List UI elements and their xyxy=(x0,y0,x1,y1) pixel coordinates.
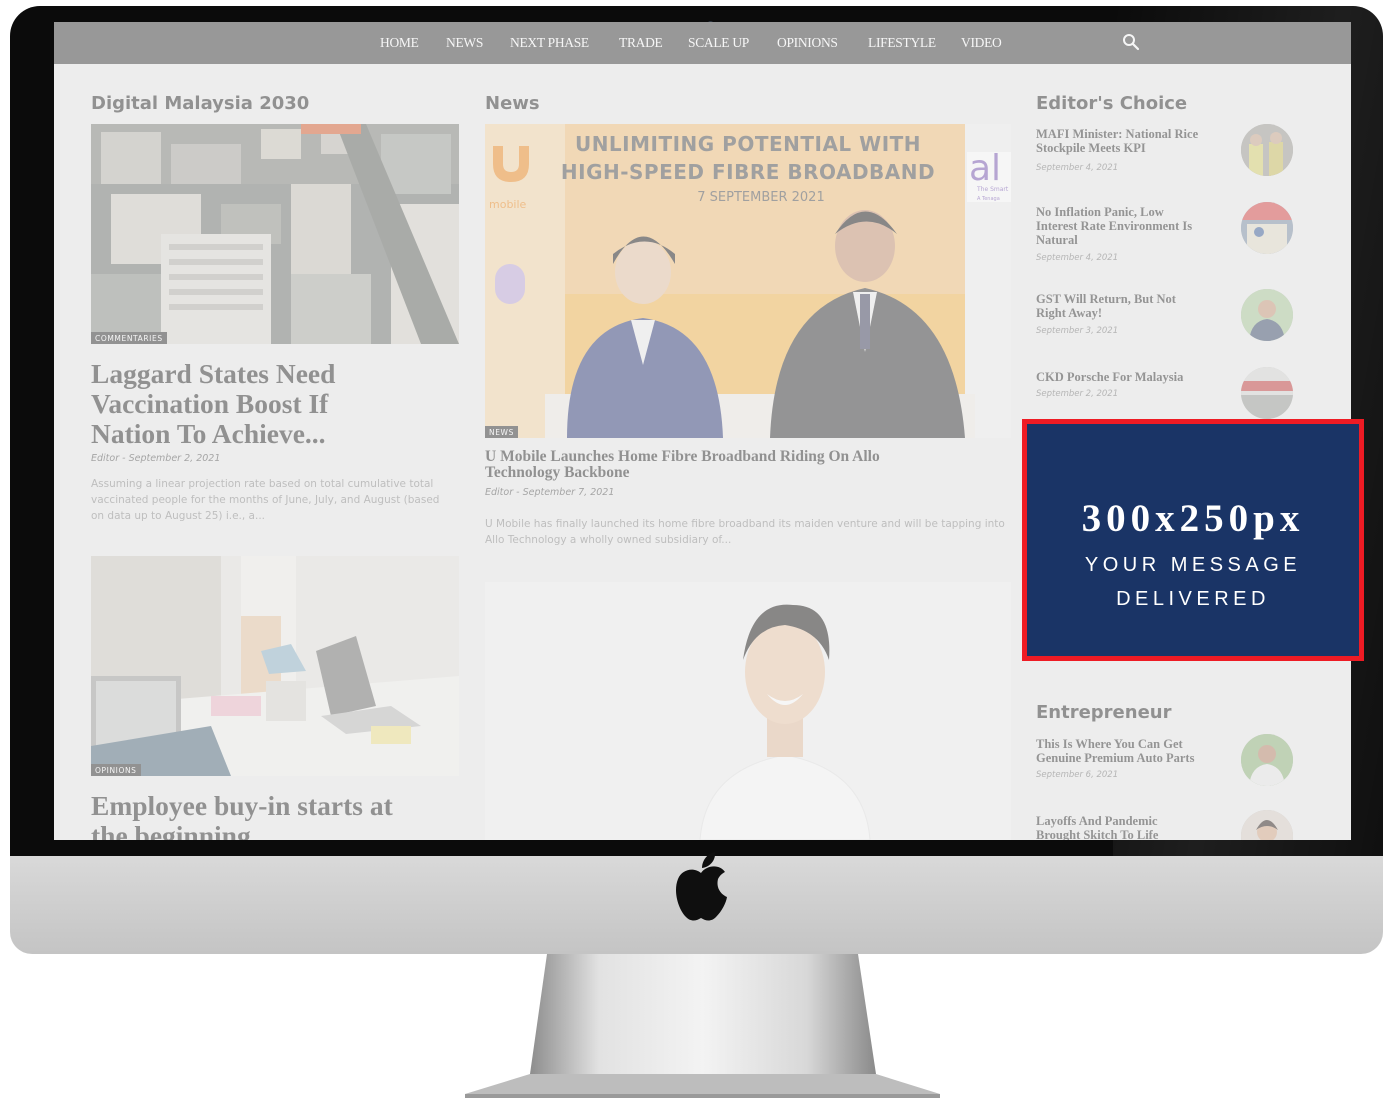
article-headline[interactable]: U Mobile Launches Home Fibre Broadband R… xyxy=(485,449,1005,481)
section-title-news: News xyxy=(485,93,540,114)
editors-choice-date: September 3, 2021 xyxy=(1036,326,1119,336)
nav-video[interactable]: VIDEO xyxy=(961,35,1002,51)
allo-tagline: The Smart xyxy=(977,186,1009,193)
allo-parent: A Tenaga xyxy=(977,196,1000,202)
section-title-digital-malaysia: Digital Malaysia 2030 xyxy=(91,93,310,114)
title-line: Genuine Premium Auto Parts xyxy=(1036,751,1195,765)
entrepreneur-item-date: September 6, 2021 xyxy=(1036,770,1119,780)
category-tag[interactable]: COMMENTARIES xyxy=(91,332,167,344)
headline-line: Technology Backbone xyxy=(485,464,630,481)
nav-opinions[interactable]: OPINIONS xyxy=(777,35,838,51)
excerpt-line: on data up to August 25) i.e., a... xyxy=(91,510,265,522)
ad-placeholder-300x250[interactable]: 300x250px YOUR MESSAGE DELIVERED xyxy=(1022,419,1364,661)
editors-choice-thumbnail[interactable] xyxy=(1241,367,1293,419)
editors-choice-thumbnail[interactable] xyxy=(1241,289,1293,341)
excerpt-line: Assuming a linear projection rate based … xyxy=(91,478,434,490)
category-tag[interactable]: OPINIONS xyxy=(91,764,141,776)
umobile-logo-text: mobile xyxy=(489,198,527,211)
editors-choice-title[interactable]: GST Will Return, But Not Right Away! xyxy=(1036,292,1236,320)
title-line: No Inflation Panic, Low xyxy=(1036,205,1164,219)
article-image-city-aerial[interactable]: COMMENTARIES xyxy=(91,124,459,344)
article-headline[interactable]: Laggard States Need Vaccination Boost If… xyxy=(91,359,459,449)
editors-choice-thumbnail[interactable] xyxy=(1241,124,1293,176)
headline-line: Vaccination Boost If xyxy=(91,388,329,419)
headline-line: Employee buy-in starts at xyxy=(91,790,393,821)
title-line: MAFI Minister: National Rice xyxy=(1036,127,1199,141)
article-meta: Editor - September 7, 2021 xyxy=(485,487,615,498)
section-title-entrepreneur: Entrepreneur xyxy=(1036,702,1172,723)
top-navigation: HOME NEWS NEXT PHASE TRADE SCALE UP OPIN… xyxy=(54,22,1351,64)
excerpt-line: vaccinated people for the months of June… xyxy=(91,494,440,506)
entrepreneur-item-title[interactable]: This Is Where You Can Get Genuine Premiu… xyxy=(1036,737,1236,765)
article-excerpt: Assuming a linear projection rate based … xyxy=(91,476,471,524)
editors-choice-thumbnail[interactable] xyxy=(1241,202,1293,254)
article-image-umobile-banner[interactable]: UNLIMITING POTENTIAL WITH HIGH-SPEED FIB… xyxy=(485,124,1011,438)
category-tag[interactable]: NEWS xyxy=(485,426,518,438)
article-image-office[interactable]: OPINIONS xyxy=(91,556,459,776)
allo-logo-text: al xyxy=(969,148,1002,189)
banner-line: UNLIMITING POTENTIAL WITH xyxy=(574,132,922,156)
editors-choice-date: September 4, 2021 xyxy=(1036,253,1119,263)
ad-message-line: DELIVERED xyxy=(1116,588,1270,610)
article-meta: Editor - September 2, 2021 xyxy=(91,453,221,464)
imac-stand xyxy=(465,954,940,1098)
title-line: GST Will Return, But Not xyxy=(1036,292,1176,306)
editors-choice-date: September 4, 2021 xyxy=(1036,163,1119,173)
excerpt-line: Allo Technology a wholly owned subsidiar… xyxy=(485,534,732,546)
title-line: Brought Skitch To Life xyxy=(1036,828,1159,840)
excerpt-line: U Mobile has finally launched its home f… xyxy=(485,518,1005,530)
ad-size-label: 300x250px xyxy=(1081,497,1305,540)
headline-line: Nation To Achieve... xyxy=(91,418,326,449)
title-line: Stockpile Meets KPI xyxy=(1036,141,1146,155)
headline-line: Laggard States Need xyxy=(91,358,336,389)
section-title-editors-choice: Editor's Choice xyxy=(1036,93,1188,114)
editors-choice-title[interactable]: No Inflation Panic, Low Interest Rate En… xyxy=(1036,205,1236,247)
banner-line: HIGH-SPEED FIBRE BROADBAND xyxy=(560,160,936,184)
title-line: CKD Porsche For Malaysia xyxy=(1036,370,1184,384)
ad-message-line: YOUR MESSAGE xyxy=(1084,554,1302,576)
nav-next-phase[interactable]: NEXT PHASE xyxy=(510,35,589,51)
title-line: Right Away! xyxy=(1036,306,1103,320)
entrepreneur-thumbnail[interactable] xyxy=(1241,810,1293,840)
title-line: Interest Rate Environment Is xyxy=(1036,219,1193,233)
editors-choice-title[interactable]: CKD Porsche For Malaysia xyxy=(1036,370,1236,384)
banner-headline: UNLIMITING POTENTIAL WITH HIGH-SPEED FIB… xyxy=(485,132,1011,184)
title-line: Layoffs And Pandemic xyxy=(1036,814,1158,828)
search-icon[interactable] xyxy=(1122,33,1140,51)
editors-choice-date: September 2, 2021 xyxy=(1036,389,1119,399)
title-line: This Is Where You Can Get xyxy=(1036,737,1183,751)
entrepreneur-thumbnail[interactable] xyxy=(1241,734,1293,786)
nav-home[interactable]: HOME xyxy=(380,35,419,51)
nav-news[interactable]: NEWS xyxy=(446,35,483,51)
nav-scale-up[interactable]: SCALE UP xyxy=(688,35,749,51)
editors-choice-title[interactable]: MAFI Minister: National Rice Stockpile M… xyxy=(1036,127,1236,155)
nav-lifestyle[interactable]: LIFESTYLE xyxy=(868,35,936,51)
headline-line: U Mobile Launches Home Fibre Broadband R… xyxy=(485,448,880,465)
apple-logo-icon xyxy=(675,852,727,921)
title-line: Natural xyxy=(1036,233,1078,247)
article-image-portrait[interactable] xyxy=(485,582,1011,840)
article-excerpt: U Mobile has finally launched its home f… xyxy=(485,516,1025,548)
entrepreneur-item-title[interactable]: Layoffs And Pandemic Brought Skitch To L… xyxy=(1036,814,1236,840)
banner-date: 7 SEPTEMBER 2021 xyxy=(697,190,825,205)
nav-trade[interactable]: TRADE xyxy=(619,35,663,51)
article-headline[interactable]: Employee buy-in starts at the beginning xyxy=(91,790,471,841)
headline-line: the beginning xyxy=(91,820,251,841)
